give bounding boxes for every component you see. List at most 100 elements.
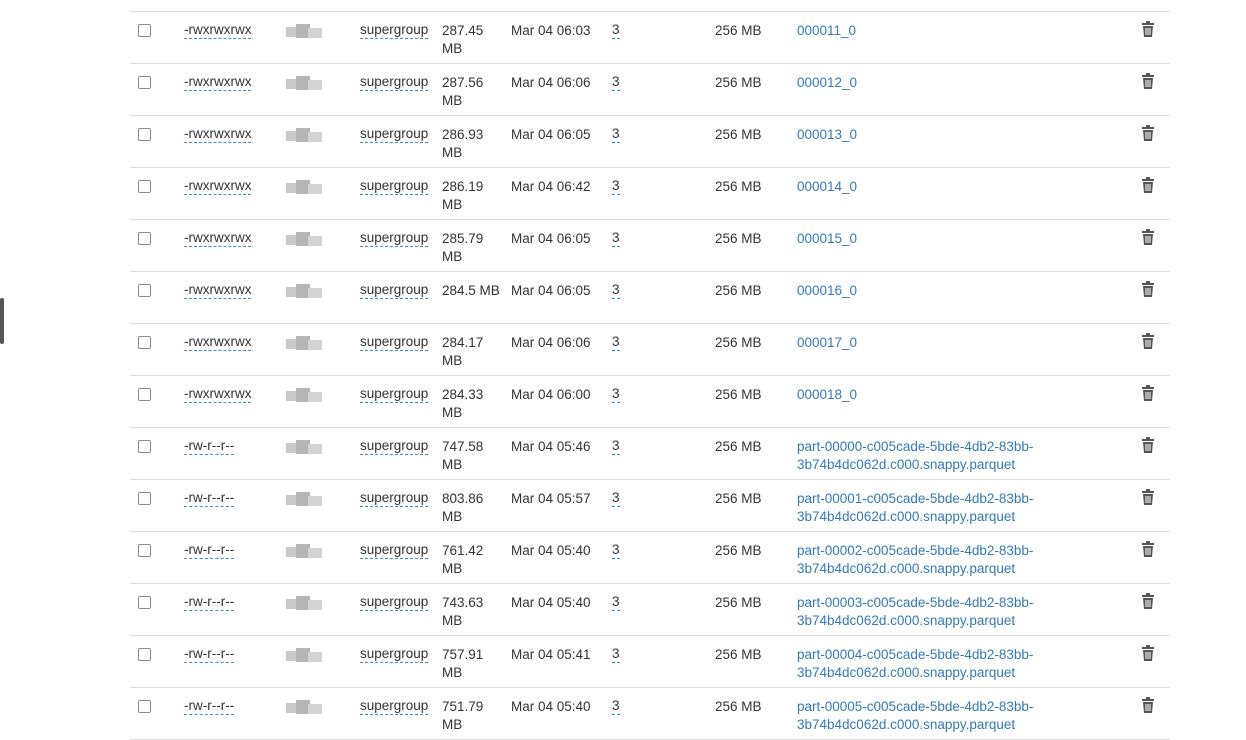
row-select-checkbox[interactable]	[138, 284, 151, 297]
row-select-checkbox[interactable]	[138, 336, 151, 349]
replication-link[interactable]: 3	[612, 490, 620, 507]
group-link[interactable]: supergroup	[360, 22, 429, 39]
replication-link[interactable]: 3	[612, 594, 620, 611]
group-link[interactable]: supergroup	[360, 646, 429, 663]
owner-redacted	[284, 594, 326, 614]
trash-icon[interactable]	[1141, 125, 1157, 143]
group-link[interactable]: supergroup	[360, 282, 429, 299]
replication-link[interactable]: 3	[612, 22, 620, 39]
trash-icon[interactable]	[1141, 73, 1157, 91]
table-row: -rwxrwxrwx supergroup 285.79 MB Mar 04 0…	[130, 220, 1170, 272]
last-modified: Mar 04 05:46	[511, 439, 591, 454]
last-modified: Mar 04 06:03	[511, 23, 591, 38]
row-select-checkbox[interactable]	[138, 232, 151, 245]
replication-link[interactable]: 3	[612, 230, 620, 247]
file-name-link[interactable]: part-00003-c005cade-5bde-4db2-83bb-3b74b…	[797, 594, 1077, 630]
replication-link[interactable]: 3	[612, 282, 620, 299]
group-link[interactable]: supergroup	[360, 542, 429, 559]
trash-icon[interactable]	[1141, 281, 1157, 299]
row-select-checkbox[interactable]	[138, 76, 151, 89]
table-row: -rw-r--r-- supergroup 757.91 MB Mar 04 0…	[130, 636, 1170, 688]
file-size: 757.91 MB	[442, 647, 484, 680]
row-select-checkbox[interactable]	[138, 180, 151, 193]
file-size: 743.63 MB	[442, 595, 484, 628]
group-link[interactable]: supergroup	[360, 334, 429, 351]
owner-redacted	[284, 178, 326, 198]
file-name-link[interactable]: 000011_0	[797, 22, 1077, 40]
file-size: 747.58 MB	[442, 439, 484, 472]
permission-link[interactable]: -rw-r--r--	[184, 646, 235, 663]
file-name-link[interactable]: part-00005-c005cade-5bde-4db2-83bb-3b74b…	[797, 698, 1077, 734]
block-size: 256 MB	[715, 387, 762, 402]
trash-icon[interactable]	[1141, 593, 1157, 611]
group-link[interactable]: supergroup	[360, 74, 429, 91]
last-modified: Mar 04 06:05	[511, 231, 591, 246]
last-modified: Mar 04 06:00	[511, 387, 591, 402]
row-select-checkbox[interactable]	[138, 596, 151, 609]
group-link[interactable]: supergroup	[360, 126, 429, 143]
row-select-checkbox[interactable]	[138, 700, 151, 713]
row-select-checkbox[interactable]	[138, 440, 151, 453]
scroll-handle[interactable]	[0, 298, 4, 344]
group-link[interactable]: supergroup	[360, 490, 429, 507]
trash-icon[interactable]	[1141, 697, 1157, 715]
file-name-link[interactable]: part-00000-c005cade-5bde-4db2-83bb-3b74b…	[797, 438, 1077, 474]
replication-link[interactable]: 3	[612, 646, 620, 663]
row-select-checkbox[interactable]	[138, 492, 151, 505]
replication-link[interactable]: 3	[612, 178, 620, 195]
group-link[interactable]: supergroup	[360, 178, 429, 195]
file-name-link[interactable]: 000013_0	[797, 126, 1077, 144]
replication-link[interactable]: 3	[612, 542, 620, 559]
trash-icon[interactable]	[1141, 437, 1157, 455]
group-link[interactable]: supergroup	[360, 230, 429, 247]
group-link[interactable]: supergroup	[360, 438, 429, 455]
permission-link[interactable]: -rw-r--r--	[184, 438, 235, 455]
replication-link[interactable]: 3	[612, 698, 620, 715]
trash-icon[interactable]	[1141, 541, 1157, 559]
permission-link[interactable]: -rwxrwxrwx	[184, 178, 252, 195]
file-name-link[interactable]: 000018_0	[797, 386, 1077, 404]
permission-link[interactable]: -rw-r--r--	[184, 594, 235, 611]
permission-link[interactable]: -rw-r--r--	[184, 490, 235, 507]
file-name-link[interactable]: 000012_0	[797, 74, 1077, 92]
file-name-link[interactable]: part-00002-c005cade-5bde-4db2-83bb-3b74b…	[797, 542, 1077, 578]
row-select-checkbox[interactable]	[138, 128, 151, 141]
permission-link[interactable]: -rwxrwxrwx	[184, 386, 252, 403]
table-row: -rw-r--r-- supergroup 751.79 MB Mar 04 0…	[130, 688, 1170, 740]
trash-icon[interactable]	[1141, 229, 1157, 247]
permission-link[interactable]: -rwxrwxrwx	[184, 230, 252, 247]
trash-icon[interactable]	[1141, 645, 1157, 663]
group-link[interactable]: supergroup	[360, 698, 429, 715]
permission-link[interactable]: -rwxrwxrwx	[184, 126, 252, 143]
replication-link[interactable]: 3	[612, 74, 620, 91]
row-select-checkbox[interactable]	[138, 544, 151, 557]
replication-link[interactable]: 3	[612, 438, 620, 455]
file-name-link[interactable]: 000015_0	[797, 230, 1077, 248]
trash-icon[interactable]	[1141, 489, 1157, 507]
block-size: 256 MB	[715, 543, 762, 558]
row-select-checkbox[interactable]	[138, 24, 151, 37]
replication-link[interactable]: 3	[612, 126, 620, 143]
row-select-checkbox[interactable]	[138, 388, 151, 401]
file-name-link[interactable]: 000017_0	[797, 334, 1077, 352]
permission-link[interactable]: -rw-r--r--	[184, 698, 235, 715]
file-name-link[interactable]: part-00001-c005cade-5bde-4db2-83bb-3b74b…	[797, 490, 1077, 526]
replication-link[interactable]: 3	[612, 386, 620, 403]
group-link[interactable]: supergroup	[360, 386, 429, 403]
permission-link[interactable]: -rwxrwxrwx	[184, 282, 252, 299]
permission-link[interactable]: -rwxrwxrwx	[184, 74, 252, 91]
trash-icon[interactable]	[1141, 385, 1157, 403]
row-select-checkbox[interactable]	[138, 648, 151, 661]
trash-icon[interactable]	[1141, 333, 1157, 351]
group-link[interactable]: supergroup	[360, 594, 429, 611]
trash-icon[interactable]	[1141, 21, 1157, 39]
permission-link[interactable]: -rw-r--r--	[184, 542, 235, 559]
file-name-link[interactable]: part-00004-c005cade-5bde-4db2-83bb-3b74b…	[797, 646, 1077, 682]
replication-link[interactable]: 3	[612, 334, 620, 351]
trash-icon[interactable]	[1141, 177, 1157, 195]
permission-link[interactable]: -rwxrwxrwx	[184, 22, 252, 39]
permission-link[interactable]: -rwxrwxrwx	[184, 334, 252, 351]
owner-redacted	[284, 282, 326, 302]
file-name-link[interactable]: 000014_0	[797, 178, 1077, 196]
file-name-link[interactable]: 000016_0	[797, 282, 1077, 300]
